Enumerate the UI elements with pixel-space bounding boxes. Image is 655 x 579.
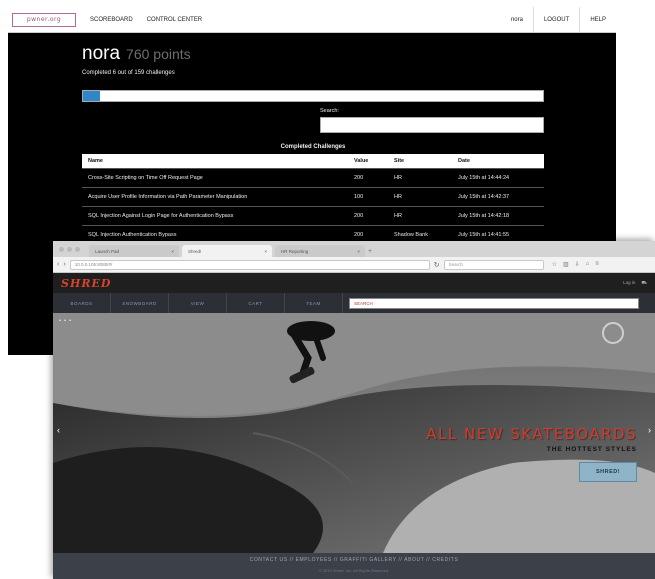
column-header-name[interactable]: Name [82, 154, 348, 168]
menu-item-cart[interactable]: CART [227, 293, 285, 313]
reload-icon[interactable]: ↻ [434, 261, 440, 269]
cell-site: HR [388, 186, 452, 206]
address-bar[interactable]: 10.0.0.105:8080/#/ [69, 259, 430, 270]
library-icon[interactable]: ▥ [563, 261, 569, 268]
menu-item-snowboard[interactable]: SNOWBOARD [111, 293, 169, 313]
login-area: Log in ⛟ [623, 280, 647, 287]
player-points: 760 points [126, 46, 191, 62]
hero-subtitle: THE HOTTEST STYLES [546, 446, 637, 453]
menu-icon[interactable]: ≡ [595, 261, 599, 268]
cell-name: Acquire User Profile Information via Pat… [82, 186, 348, 206]
tab-title: Launch Pad [95, 248, 120, 254]
shred-button[interactable]: SHRED! [579, 462, 637, 482]
window-controls [59, 241, 80, 257]
browser-tab[interactable]: HR Reporting × [275, 245, 365, 257]
logout-link[interactable]: LOGOUT [532, 7, 579, 32]
column-header-value[interactable]: Value [348, 154, 388, 168]
browser-search-field[interactable]: Search [443, 259, 544, 270]
site-header: SHRED Log in ⛟ [53, 273, 655, 293]
download-icon[interactable]: ⇩ [575, 261, 580, 268]
browser-tab[interactable]: Launch Pad × [89, 245, 179, 257]
progress-bar-fill [83, 91, 101, 101]
cell-name: SQL Injection Against Login Page for Aut… [82, 205, 348, 225]
tab-title: Shred! [188, 248, 202, 254]
menu-item-boards[interactable]: BOARDS [53, 293, 111, 313]
skate-shop-page: SHRED Log in ⛟ BOARDS SNOWBOARD VIEW CAR… [53, 273, 655, 579]
search-input[interactable] [320, 117, 544, 133]
toolbar-icons: ☆ ▥ ⇩ ⌂ ≡ [552, 261, 599, 268]
site-menu: BOARDS SNOWBOARD VIEW CART TEAM SEARCH [53, 293, 655, 313]
navbar-right: nora LOGOUT HELP [501, 7, 616, 32]
nav-username[interactable]: nora [501, 7, 533, 32]
tab-close-icon[interactable]: × [357, 249, 360, 254]
cell-value: 200 [348, 167, 388, 187]
footer-links[interactable]: CONTACT US // EMPLOYEES // GRAFFITI GALL… [53, 553, 655, 563]
menu-item-view[interactable]: VIEW [169, 293, 227, 313]
completed-challenges-title: Completed Challenges [280, 144, 346, 150]
cart-icon[interactable]: ⛟ [641, 280, 647, 287]
browser-toolbar: ‹ › 10.0.0.105:8080/#/ ↻ Search ☆ ▥ ⇩ ⌂ … [53, 257, 655, 273]
cell-site: HR [388, 205, 452, 225]
column-header-site[interactable]: Site [388, 154, 452, 168]
site-logo[interactable]: SHRED [61, 277, 111, 290]
site-search-input[interactable]: SEARCH [349, 297, 639, 309]
cell-date: July 15th at 14:42:37 [452, 186, 544, 206]
hero-banner: • • • ‹ › ALL NEW SKATEBOARDS THE HOTTES… [53, 313, 655, 553]
menu-item-team[interactable]: TEAM [285, 293, 343, 313]
table-row: Acquire User Profile Information via Pat… [82, 186, 544, 206]
table-row: Cross-Site Scripting on Time Off Request… [82, 167, 544, 187]
new-tab-icon[interactable]: + [368, 245, 372, 257]
footer-copyright: © 2015 Shred, Inc. All Rights Reserved. [318, 568, 390, 573]
bookmark-icon[interactable]: ☆ [552, 261, 557, 268]
cell-value: 100 [348, 186, 388, 206]
screenshot-stage: pwner.org SCOREBOARD CONTROL CENTER nora… [0, 0, 655, 579]
forward-icon[interactable]: › [63, 261, 65, 268]
player-heading: nora 760 points [82, 43, 191, 65]
minimize-window-icon[interactable] [67, 246, 72, 252]
zoom-window-icon[interactable] [75, 246, 80, 252]
login-link[interactable]: Log in [623, 280, 635, 287]
tab-title: HR Reporting [281, 248, 309, 254]
close-window-icon[interactable] [59, 246, 64, 252]
home-icon[interactable]: ⌂ [586, 261, 590, 268]
nav-control-center-link[interactable]: CONTROL CENTER [147, 17, 202, 23]
cell-name: Cross-Site Scripting on Time Off Request… [82, 167, 348, 187]
site-footer: CONTACT US // EMPLOYEES // GRAFFITI GALL… [53, 553, 655, 579]
progress-bar [82, 90, 544, 102]
table-header-row: Name Value Site Date [82, 154, 544, 168]
browser-tab-strip: Launch Pad × Shred! × HR Reporting × + [53, 241, 655, 257]
next-slide-icon[interactable]: › [648, 425, 651, 435]
column-header-date[interactable]: Date [452, 154, 544, 168]
cell-date: July 15th at 14:42:18 [452, 205, 544, 225]
completed-challenges-table: Name Value Site Date Cross-Site Scriptin… [82, 154, 544, 244]
tab-close-icon[interactable]: × [264, 249, 267, 254]
slide-pager[interactable]: • • • [59, 318, 72, 324]
table-row: SQL Injection Against Login Page for Aut… [82, 205, 544, 225]
scoreboard-navbar: pwner.org SCOREBOARD CONTROL CENTER nora… [8, 7, 616, 33]
browser-window: Launch Pad × Shred! × HR Reporting × + ‹… [53, 241, 655, 579]
player-name: nora [82, 43, 121, 64]
completed-count-text: Completed 6 out of 159 challenges [82, 70, 175, 76]
scoreboard-logo[interactable]: pwner.org [12, 12, 76, 27]
cell-value: 200 [348, 205, 388, 225]
back-icon[interactable]: ‹ [57, 261, 59, 268]
hero-title: ALL NEW SKATEBOARDS [426, 425, 637, 443]
cell-date: July 15th at 14:44:24 [452, 167, 544, 187]
cell-site: HR [388, 167, 452, 187]
tab-close-icon[interactable]: × [171, 249, 174, 254]
browser-tab-active[interactable]: Shred! × [182, 245, 272, 257]
nav-scoreboard-link[interactable]: SCOREBOARD [90, 17, 133, 23]
help-link[interactable]: HELP [579, 7, 616, 32]
search-label: Search: [320, 108, 339, 114]
prev-slide-icon[interactable]: ‹ [57, 425, 60, 435]
